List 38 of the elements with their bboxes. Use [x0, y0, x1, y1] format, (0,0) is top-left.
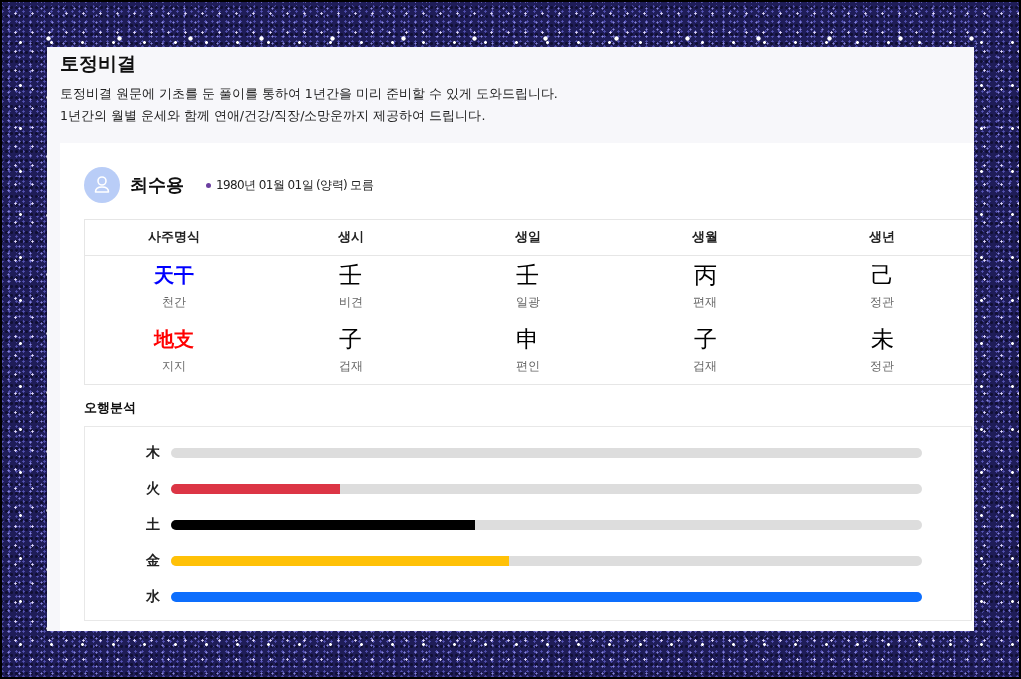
column-header: 생시 [337, 229, 364, 246]
hanja-character: 壬 [339, 263, 363, 287]
hanja-character: 己 [870, 263, 894, 287]
hanja-character: 壬 [516, 263, 540, 287]
cell-label: 비견 [338, 294, 363, 311]
section-title: 오행분석 [84, 399, 136, 417]
column-header: 사주명식 [147, 229, 200, 246]
row-sublabel: 천간 [161, 294, 186, 311]
cell-label: 일광 [516, 294, 540, 311]
user-name: 최수용 [130, 173, 184, 197]
element-label: 金 [145, 552, 160, 570]
column-header: 생일 [515, 229, 541, 246]
hanja-character: 丙 [693, 263, 717, 287]
avatar-icon [84, 167, 120, 203]
cell-label: 정관 [870, 294, 895, 311]
element-label: 火 [145, 480, 160, 498]
birth-info: 1980년 01월 01일 (양력) 모름 [216, 176, 374, 194]
cell-label: 겁재 [693, 358, 718, 375]
column-header: 생년 [869, 229, 896, 246]
cell-label: 편재 [693, 294, 718, 311]
hanja-character: 子 [693, 327, 717, 351]
hanja-character: 子 [339, 327, 363, 351]
row-label: 天干 [153, 263, 194, 287]
description-text: 1년간의 월별 운세와 함께 연애/건강/직장/소망운까지 제공하여 드립니다. [60, 107, 486, 125]
bullet-dot-icon [206, 182, 211, 188]
element-label: 水 [145, 588, 160, 606]
hanja-character: 申 [516, 327, 540, 351]
page-title: 토정비결 [60, 51, 136, 76]
hanja-character: 未 [870, 327, 894, 351]
cell-label: 정관 [870, 358, 895, 375]
column-header: 생월 [692, 229, 719, 246]
cell-label: 편인 [516, 358, 540, 375]
cell-label: 겁재 [338, 358, 363, 375]
row-sublabel: 지지 [161, 358, 186, 375]
row-label: 地支 [153, 327, 194, 351]
description-text: 토정비결 원문에 기초를 둔 풀이를 통하여 1년간을 미리 준비할 수 있게 도와드립니다. [60, 85, 558, 103]
element-label: 土 [145, 516, 160, 534]
element-label: 木 [145, 444, 160, 462]
